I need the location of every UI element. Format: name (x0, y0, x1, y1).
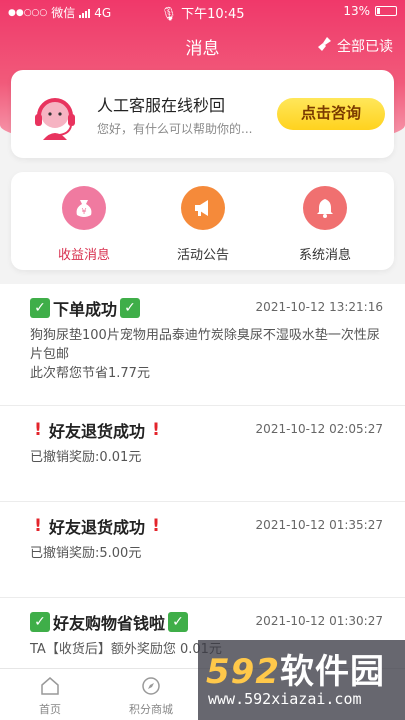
message-saving: 此次帮您节省1.77元 (30, 366, 150, 381)
status-bar: ●●○○○ 微信 4G 🎙 下午10:45 13% (0, 0, 405, 22)
category-label: 活动公告 (176, 248, 229, 263)
watermark-url: www.592xiazai.com (208, 690, 362, 708)
category-activity[interactable]: 活动公告 (153, 186, 253, 263)
customer-service-card: 人工客服在线秒回 您好，有什么可以帮助你的... 点击咨询 (11, 70, 394, 158)
customer-service-title: 人工客服在线秒回 (97, 96, 226, 115)
list-item[interactable]: ! 好友退货成功 ! 2021-10-12 01:35:27 已撤销奖励:5.0… (0, 502, 405, 598)
tab-mall[interactable]: 积分商城 (101, 675, 201, 717)
clock: 下午10:45 (181, 7, 245, 22)
message-title: ! 好友退货成功 ! (30, 418, 164, 442)
category-label: 系统消息 (298, 248, 351, 263)
message-title: ! 好友退货成功 ! (30, 514, 164, 538)
money-bag-icon: ¥ (62, 186, 106, 230)
category-income[interactable]: ¥ 收益消息 (34, 186, 134, 263)
exclamation-icon: ! (34, 420, 42, 440)
check-mark-icon: ✓ (30, 298, 50, 318)
tab-label: 首页 (39, 703, 61, 716)
message-body: 已撤销奖励:5.00元 (30, 546, 142, 561)
message-title-text: 好友退货成功 (49, 422, 146, 441)
broom-icon (317, 36, 333, 56)
site-watermark: 592软件园 www.592xiazai.com (198, 640, 405, 720)
consult-button[interactable]: 点击咨询 (277, 98, 385, 130)
message-product: 狗狗尿垫100片宠物用品泰迪竹炭除臭尿不湿吸水垫一次性尿片包邮 (30, 328, 380, 362)
bell-icon (303, 186, 347, 230)
watermark-logo: 592软件园 (206, 644, 385, 693)
title-bar: 消息 全部已读 (0, 30, 405, 62)
category-system[interactable]: 系统消息 (275, 186, 375, 263)
message-list: ✓ 下单成功 ✓ 2021-10-12 13:21:16 狗狗尿垫100片宠物用… (0, 284, 405, 694)
battery-icon (375, 6, 397, 16)
message-title: ✓ 下单成功 ✓ (30, 296, 141, 320)
message-time: 2021-10-12 01:30:27 (255, 614, 383, 628)
message-title: ✓ 好友购物省钱啦 ✓ (30, 610, 189, 634)
exclamation-icon: ! (152, 516, 160, 536)
message-time: 2021-10-12 13:21:16 (255, 300, 383, 314)
compass-icon (140, 675, 162, 697)
check-mark-icon: ✓ (30, 612, 50, 632)
watermark-text: 软件园 (279, 652, 385, 692)
message-body: 已撤销奖励:0.01元 (30, 450, 142, 465)
home-icon (39, 675, 61, 697)
check-mark-icon: ✓ (120, 298, 141, 318)
microphone-icon: 🎙 (160, 7, 177, 22)
tab-label: 积分商城 (129, 703, 173, 716)
message-title-text: 好友退货成功 (49, 518, 146, 537)
exclamation-icon: ! (34, 516, 42, 536)
list-item[interactable]: ! 好友退货成功 ! 2021-10-12 02:05:27 已撤销奖励:0.0… (0, 406, 405, 502)
message-title-text: 好友购物省钱啦 (53, 614, 166, 633)
read-all-button[interactable]: 全部已读 (317, 36, 393, 56)
message-time: 2021-10-12 01:35:27 (255, 518, 383, 532)
message-title-text: 下单成功 (53, 300, 118, 319)
check-mark-icon: ✓ (168, 612, 189, 632)
category-label: 收益消息 (57, 248, 110, 263)
tab-home[interactable]: 首页 (0, 675, 100, 717)
battery-percent: 13% (343, 4, 370, 18)
exclamation-icon: ! (152, 420, 160, 440)
svg-text:¥: ¥ (81, 207, 86, 216)
message-body: 狗狗尿垫100片宠物用品泰迪竹炭除臭尿不湿吸水垫一次性尿片包邮 此次帮您节省1.… (30, 326, 380, 383)
watermark-number: 592 (206, 652, 280, 692)
customer-service-subtitle: 您好，有什么可以帮助你的... (97, 122, 253, 136)
headset-agent-icon (29, 90, 81, 142)
list-item[interactable]: ✓ 下单成功 ✓ 2021-10-12 13:21:16 狗狗尿垫100片宠物用… (0, 284, 405, 406)
read-all-label: 全部已读 (337, 39, 393, 55)
message-time: 2021-10-12 02:05:27 (255, 422, 383, 436)
megaphone-icon (181, 186, 225, 230)
category-card: ¥ 收益消息 活动公告 系统消息 (11, 172, 394, 270)
